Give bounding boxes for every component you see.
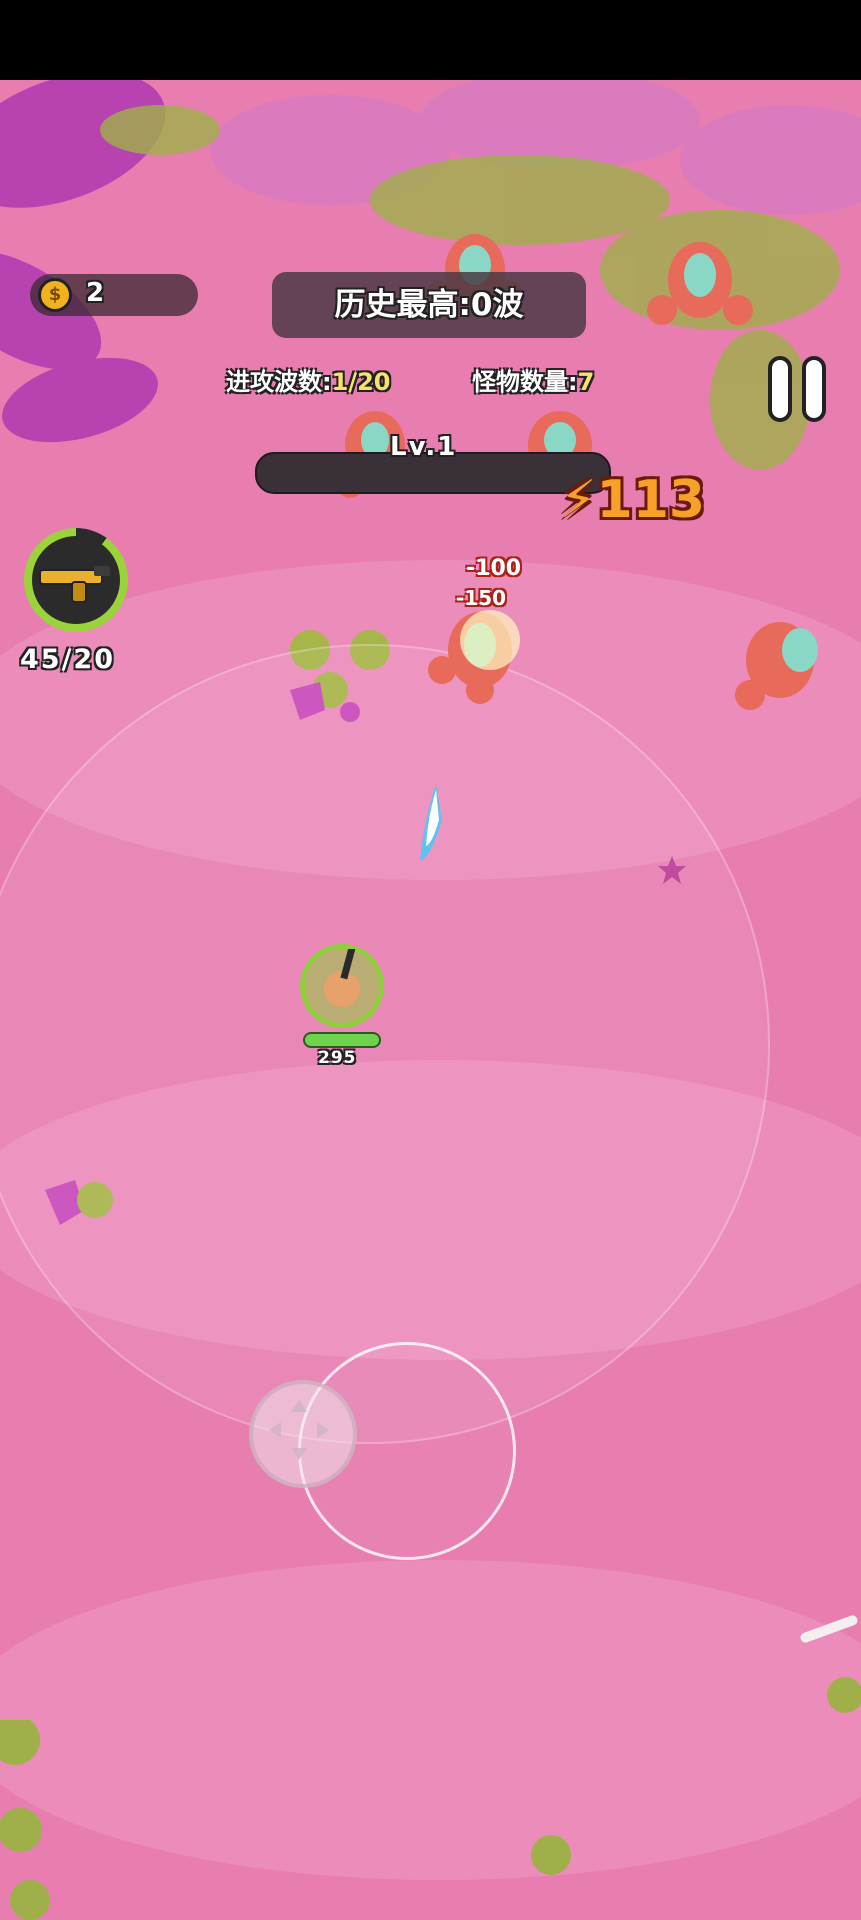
monster-value: 7	[577, 368, 595, 396]
best-record-banner: 历史最高:0波	[272, 272, 586, 338]
starfish	[658, 856, 686, 884]
joystick-knob[interactable]	[249, 1380, 357, 1488]
coin-icon: $	[38, 278, 72, 312]
attack-range-circle	[0, 644, 770, 1444]
ammo-counter: 45/20	[20, 644, 116, 675]
level-label: Lv.1	[390, 432, 458, 462]
pause-icon	[802, 356, 826, 422]
coin-counter: $ 2	[30, 274, 198, 316]
ground-band	[0, 1560, 861, 1880]
monster-label: 怪物数量:	[472, 368, 578, 396]
weapon-slot	[32, 536, 120, 624]
wave-value: 1/20	[331, 368, 391, 396]
soldier-sprite	[324, 942, 360, 1007]
weapon-switch-button[interactable]	[24, 528, 128, 632]
golden-gun-icon	[39, 566, 110, 603]
crab-monster	[735, 622, 818, 710]
crit-damage-number: ⚡113	[560, 470, 706, 530]
player-hp-bar	[303, 1032, 381, 1048]
damage-number: -150	[456, 586, 507, 610]
pause-button[interactable]	[768, 356, 830, 422]
status-bar	[0, 0, 861, 80]
player-hp-value: 295	[318, 1048, 357, 1068]
wave-counter: 进攻波数:1/20	[226, 362, 390, 397]
monster-counter: 怪物数量:7	[472, 362, 594, 397]
dpad-arrows-icon	[269, 1400, 329, 1460]
wave-label: 进攻波数:	[226, 368, 332, 396]
crab-monster	[647, 242, 753, 325]
shrub	[531, 1835, 571, 1875]
bullet-projectile	[420, 784, 442, 860]
coin-count: 2	[86, 278, 105, 308]
player-character	[300, 942, 384, 1028]
game-playfield[interactable]	[0, 80, 861, 1920]
pause-icon	[768, 356, 792, 422]
shrub	[0, 1720, 50, 1920]
damage-number: -100	[466, 556, 522, 581]
bone-and-shrub	[800, 1615, 861, 1713]
